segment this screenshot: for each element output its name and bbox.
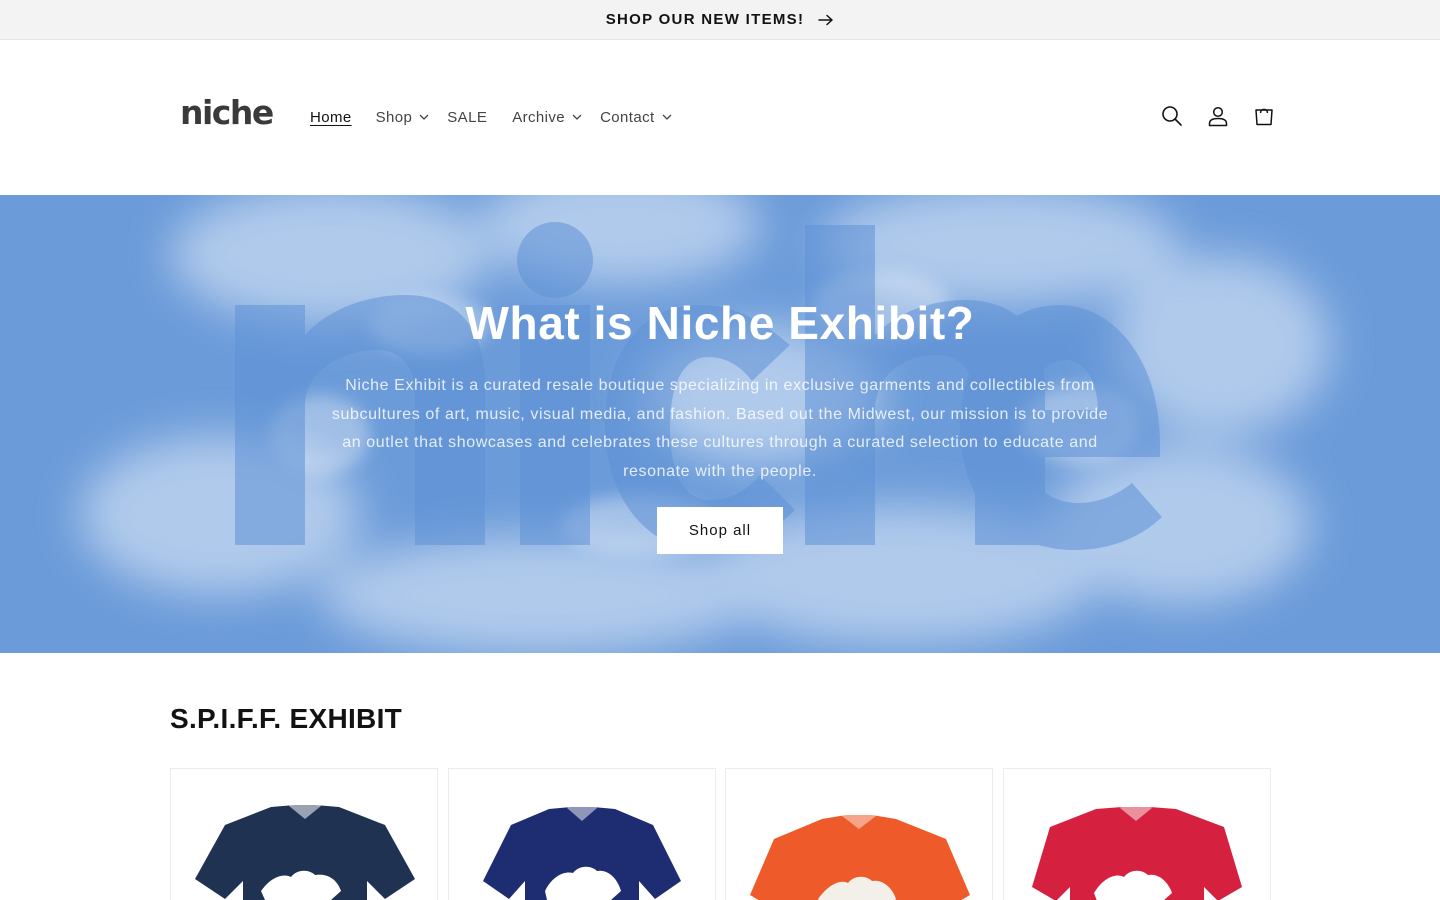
- main-nav: Home Shop SALE Archive Contact: [310, 106, 672, 128]
- nav-item-shop[interactable]: Shop: [376, 109, 430, 126]
- announcement-bar[interactable]: SHOP OUR NEW ITEMS!: [0, 0, 1440, 40]
- product-card[interactable]: [448, 768, 716, 900]
- search-icon[interactable]: [1160, 104, 1184, 128]
- site-logo[interactable]: niche: [180, 93, 274, 132]
- nav-item-label: SALE: [447, 108, 488, 126]
- nav-item-home[interactable]: Home: [310, 109, 352, 126]
- header-icons: [1160, 104, 1276, 128]
- site-header: niche Home Shop SALE Archive Contact: [0, 40, 1440, 195]
- nav-item-archive[interactable]: Archive: [512, 109, 582, 126]
- chevron-down-icon: [662, 114, 672, 120]
- nav-item-sale[interactable]: SALE: [447, 109, 487, 126]
- account-icon[interactable]: [1206, 104, 1230, 128]
- product-card[interactable]: [1003, 768, 1271, 900]
- product-image: [750, 812, 970, 900]
- nav-item-label: Archive: [512, 108, 566, 126]
- nav-item-contact[interactable]: Contact: [600, 109, 672, 126]
- product-grid: [170, 768, 1271, 900]
- nav-item-label: Contact: [600, 108, 655, 126]
- nav-item-label: Shop: [375, 108, 413, 126]
- product-image: [195, 802, 415, 900]
- hero-title: What is Niche Exhibit?: [465, 297, 975, 349]
- product-card[interactable]: [170, 768, 438, 900]
- announcement-text[interactable]: SHOP OUR NEW ITEMS!: [606, 11, 805, 28]
- chevron-down-icon: [572, 114, 582, 120]
- product-image: [1032, 804, 1242, 900]
- collection-title: S.P.I.F.F. EXHIBIT: [170, 703, 403, 734]
- hero-description: Niche Exhibit is a curated resale boutiq…: [331, 377, 1109, 481]
- shop-all-button[interactable]: Shop all: [657, 507, 783, 554]
- product-image: [483, 804, 681, 900]
- nav-item-label: Home: [310, 108, 352, 126]
- hero-banner: What is Niche Exhibit? Niche Exhibit is …: [0, 195, 1440, 653]
- product-card[interactable]: [725, 768, 993, 900]
- arrow-right-icon: [818, 14, 834, 26]
- cart-icon[interactable]: [1252, 104, 1276, 128]
- chevron-down-icon: [419, 114, 429, 120]
